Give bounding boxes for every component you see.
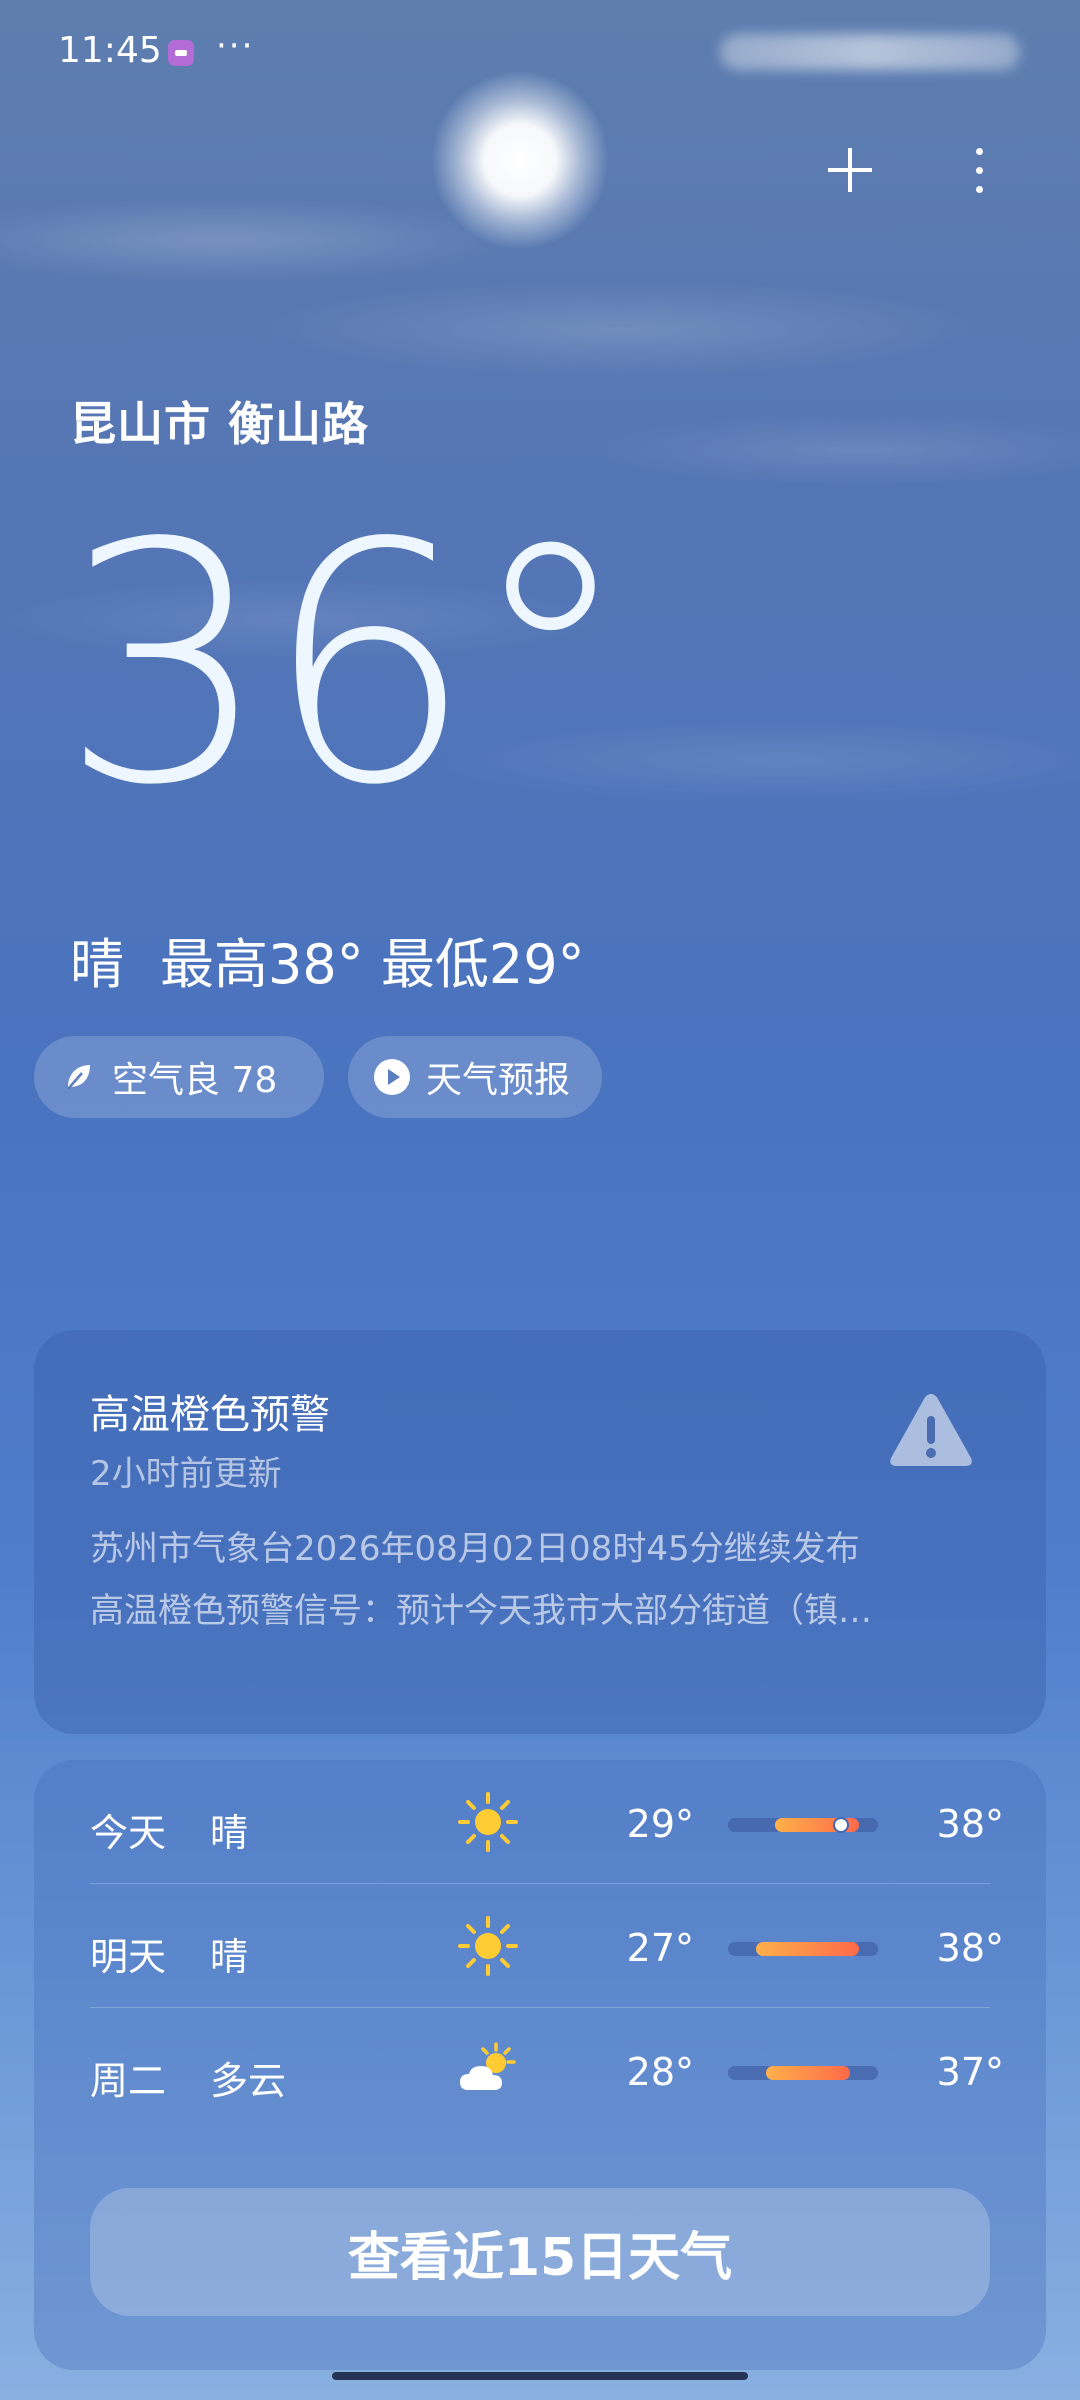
temp-range-bar bbox=[728, 1942, 878, 1956]
forecast-row-tomorrow[interactable]: 明天 晴 27° 38° bbox=[34, 1884, 1046, 2008]
temp-range-bar bbox=[728, 1818, 878, 1832]
play-icon bbox=[372, 1057, 412, 1097]
condition-label: 多云 bbox=[210, 2059, 287, 2103]
high-temp: 38° bbox=[936, 1926, 1004, 1970]
dot bbox=[976, 167, 983, 174]
daily-forecast-card: 今天 晴 29° 38° 明天 晴 27° 38° 周二 多云 28° 37° … bbox=[34, 1760, 1046, 2370]
forecast-row-today[interactable]: 今天 晴 29° 38° bbox=[34, 1760, 1046, 1884]
add-city-button[interactable] bbox=[820, 140, 880, 200]
air-quality-label: 空气良 78 bbox=[112, 1060, 278, 1101]
weather-forecast-chip[interactable]: 天气预报 bbox=[348, 1036, 602, 1118]
condition-summary: 晴最高38° 最低29° bbox=[70, 920, 585, 999]
alert-title: 高温橙色预警 bbox=[90, 1392, 330, 1438]
high-temp: 38° bbox=[936, 1802, 1004, 1846]
air-quality-chip[interactable]: 空气良 78 bbox=[34, 1036, 324, 1118]
condition-text: 晴 bbox=[70, 933, 124, 996]
weather-forecast-label: 天气预报 bbox=[426, 1060, 571, 1101]
low-temp: 28° bbox=[626, 2050, 694, 2094]
more-options-button[interactable] bbox=[960, 140, 1000, 200]
sun-icon bbox=[456, 1790, 520, 1854]
home-indicator[interactable] bbox=[332, 2372, 748, 2380]
condition-label: 晴 bbox=[210, 1935, 249, 1979]
current-temp-marker bbox=[834, 1819, 847, 1831]
status-more-icon: ··· bbox=[216, 26, 255, 66]
high-temp-text: 最高38° bbox=[160, 933, 364, 996]
dot bbox=[976, 186, 983, 193]
notification-app-icon bbox=[168, 40, 194, 66]
sun-icon bbox=[456, 1914, 520, 1978]
dot bbox=[976, 148, 983, 155]
low-temp: 27° bbox=[626, 1926, 694, 1970]
low-temp-text: 最低29° bbox=[380, 933, 585, 996]
status-bar: 11:45 ··· bbox=[0, 0, 1080, 100]
current-temperature: 36° bbox=[60, 473, 633, 857]
low-temp: 29° bbox=[626, 1802, 694, 1846]
alert-updated-time: 2小时前更新 bbox=[90, 1454, 282, 1494]
status-system-icons bbox=[720, 34, 1020, 70]
temp-range-bar bbox=[728, 2066, 878, 2080]
view-15-day-button[interactable]: 查看近15日天气 bbox=[90, 2188, 990, 2316]
day-label: 周二 bbox=[90, 2059, 167, 2103]
leaf-icon bbox=[58, 1057, 98, 1097]
partly-cloudy-icon bbox=[456, 2038, 520, 2102]
status-time: 11:45 bbox=[58, 30, 162, 71]
location-label[interactable]: 昆山市 衡山路 bbox=[70, 388, 369, 454]
weather-alert-card[interactable]: 高温橙色预警 2小时前更新 苏州市气象台2026年08月02日08时45分继续发… bbox=[34, 1330, 1046, 1734]
high-temp: 37° bbox=[936, 2050, 1004, 2094]
day-label: 今天 bbox=[90, 1811, 167, 1855]
condition-label: 晴 bbox=[210, 1811, 249, 1855]
day-label: 明天 bbox=[90, 1935, 167, 1979]
alert-line-2: 高温橙色预警信号：预计今天我市大部分街道（镇… bbox=[90, 1591, 872, 1631]
forecast-row-tuesday[interactable]: 周二 多云 28° 37° bbox=[34, 2008, 1046, 2132]
warning-triangle-icon bbox=[888, 1390, 974, 1470]
alert-body: 苏州市气象台2026年08月02日08时45分继续发布 高温橙色预警信号：预计今… bbox=[90, 1518, 1010, 1642]
alert-line-1: 苏州市气象台2026年08月02日08时45分继续发布 bbox=[90, 1529, 860, 1569]
